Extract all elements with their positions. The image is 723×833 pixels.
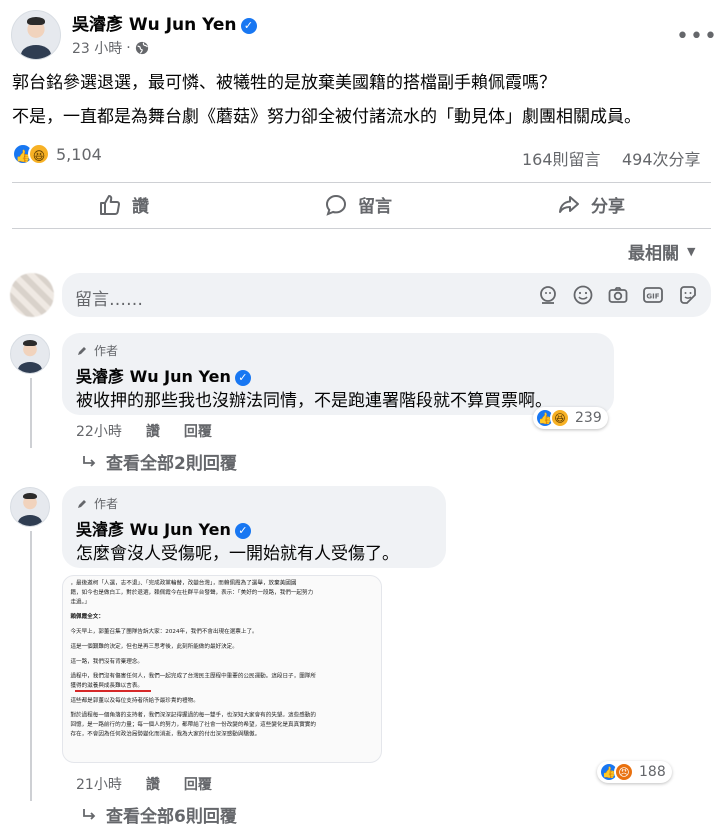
author-tag: 作者: [76, 495, 118, 512]
share-button[interactable]: 分享: [557, 192, 625, 217]
comment-input[interactable]: 留言…… GIF: [62, 273, 711, 317]
verified-badge-icon: ✓: [240, 18, 257, 34]
comment-time[interactable]: 22小時: [76, 421, 122, 441]
globe-icon: [135, 41, 148, 55]
comment-attachment-image[interactable]: ，最後邀柯「人選，志不退」、「完成政黨輪替，改變台灣」，而賴佩霞為了選舉，放棄美…: [62, 575, 382, 763]
emoji-icon[interactable]: [572, 284, 594, 306]
current-user-avatar[interactable]: [10, 273, 54, 317]
thumbs-up-icon: [100, 194, 120, 215]
author-avatar[interactable]: [11, 10, 61, 60]
attachment-text-line: 獲得的滋養與成長難以言表。: [70, 682, 143, 689]
comment-reactions[interactable]: 👍 😆 239: [533, 407, 608, 429]
comment-reply-link[interactable]: 回覆: [184, 774, 212, 794]
attachment-text-line: 回憶，是一路前行的力量；每一個人的努力，都帶給了社會一份改變的希望，這些變化是真…: [70, 721, 316, 728]
author-tag: 作者: [76, 342, 118, 359]
comment-reaction-count: 239: [575, 410, 602, 426]
comment-text: 怎麼會沒人受傷呢，一開始就有人受傷了。: [76, 544, 399, 564]
comment-bubble: 作者 吳濬彥 Wu Jun Yen ✓ 怎麼會沒人受傷呢，一開始就有人受傷了。: [62, 486, 446, 568]
comments-count[interactable]: 164則留言: [522, 146, 601, 170]
attachment-text: ，最後邀柯「人選，志不退」、「完成政黨輪替，改變台灣」，而賴佩霞為了選舉，放棄美…: [63, 576, 381, 738]
underline-annotation: [75, 690, 151, 692]
like-button-label: 讚: [132, 197, 149, 217]
shares-count[interactable]: 494次分享: [622, 146, 701, 170]
view-replies-link[interactable]: 查看全部2則回覆: [82, 449, 237, 474]
comment-button[interactable]: 留言: [324, 192, 392, 217]
avatar-sticker-icon[interactable]: [537, 284, 559, 306]
attachment-text-line: 這是一個艱難的決定，但也是再三思考後，此刻所能做的最好決定。: [70, 643, 238, 650]
verified-badge-icon: ✓: [234, 523, 251, 539]
comment-button-label: 留言: [358, 197, 392, 217]
attachment-text-line: 過程中，我們沒有傷害任何人，我們一起完成了台灣民主歷程中重要的公民運動。這段日子…: [70, 673, 316, 680]
post-author-name[interactable]: 吳濬彥 Wu Jun Yen: [72, 15, 237, 35]
comment-meta: 21小時 讚 回覆: [76, 774, 212, 794]
attachment-text-line: ，最後邀柯「人選，志不退」、「完成政黨輪替，改變台灣」，而賴佩霞為了選舉，放棄美…: [70, 580, 297, 587]
comment-sort-dropdown[interactable]: 最相關 ▼: [628, 239, 695, 264]
svg-text:GIF: GIF: [646, 293, 659, 301]
attachment-text-line: 這一路，我們沒有背棄理念。: [70, 658, 143, 665]
comment-bubble: 作者 吳濬彥 Wu Jun Yen ✓ 被收押的那些我也沒辦法同情，不是跑連署階段…: [62, 333, 614, 415]
attachment-text-line: 對於過程每一個角落的支持者，我們深深記得握過的每一雙手，也深知大家會有的失望。這…: [70, 712, 316, 719]
comment-icon: [325, 194, 347, 216]
comment-like-link[interactable]: 讚: [146, 421, 160, 441]
more-options-icon[interactable]: •••: [676, 24, 718, 49]
post-meta: 23 小時 ·: [72, 38, 149, 58]
attachment-text-line: 走過。」: [70, 598, 90, 606]
post-time[interactable]: 23 小時: [72, 38, 122, 58]
reply-arrow-icon: [83, 455, 96, 467]
post-text-line-2: 不是，一直都是為舞台劇《蘑菇》努力卻全被付諸流水的「動見体」劇團相關成員。: [12, 107, 641, 127]
reaction-summary[interactable]: 👍 😆 5,104: [12, 143, 102, 165]
comment-reply-link[interactable]: 回覆: [184, 421, 212, 441]
attachment-text-line: 這些都是郭董以及每位支持者所給予最珍貴的禮物。: [70, 697, 199, 704]
post-author[interactable]: 吳濬彥 Wu Jun Yen ✓: [72, 10, 257, 35]
comment-text: 被收押的那些我也沒辦法同情，不是跑連署階段就不算買票啊。: [76, 391, 552, 411]
comment-time[interactable]: 21小時: [76, 774, 122, 794]
comment-meta: 22小時 讚 回覆: [76, 421, 212, 441]
comment-reactions[interactable]: 👍 😠 188: [597, 761, 672, 783]
share-icon: [559, 195, 579, 213]
comment-like-link[interactable]: 讚: [146, 774, 160, 794]
post-text-line-1: 郭台銘參選退選，最可憐、被犧牲的是放棄美國籍的搭檔副手賴佩霞嗎？: [12, 73, 556, 93]
sticker-icon[interactable]: [677, 284, 699, 306]
caret-down-icon: ▼: [687, 245, 696, 258]
attachment-text-line: 今天早上，郭董召集了團隊告訴大家：2024年，我們不會出現在選票上了。: [70, 628, 258, 635]
attachment-text-line: 存在，不會因為任何政治局勢變化而消逝，我為大家的付出深深感動與驕傲。: [70, 731, 261, 738]
comment-reaction-count: 188: [639, 764, 666, 780]
pen-icon: [78, 346, 86, 355]
comment-author[interactable]: 吳濬彥 Wu Jun Yen ✓: [76, 516, 251, 540]
divider: [12, 228, 711, 229]
haha-reaction-icon: 😆: [28, 143, 50, 165]
angry-reaction-icon: 😠: [614, 762, 634, 782]
verified-badge-icon: ✓: [234, 370, 251, 386]
share-button-label: 分享: [591, 197, 625, 217]
attachment-text-line: 籍，如今也是做白工，對於退選，賴佩霞今在社群平台發聲，表示：「美好的一段路，我們…: [70, 589, 314, 596]
comment-author[interactable]: 吳濬彥 Wu Jun Yen ✓: [76, 363, 251, 387]
comment-author-avatar[interactable]: [10, 334, 50, 374]
camera-icon[interactable]: [607, 284, 629, 306]
divider: [12, 182, 711, 183]
reply-arrow-icon: [83, 808, 96, 820]
pen-icon: [78, 499, 86, 508]
comment-input-placeholder: 留言……: [75, 290, 143, 310]
sort-label: 最相關: [628, 244, 679, 264]
like-button[interactable]: 讚: [98, 192, 149, 217]
attachment-text-line: 賴佩霞全文：: [70, 613, 104, 621]
gif-icon[interactable]: GIF: [642, 284, 664, 306]
haha-reaction-icon: 😆: [550, 408, 570, 428]
reaction-count: 5,104: [56, 144, 102, 164]
thread-line: [30, 378, 32, 448]
view-replies-link[interactable]: 查看全部6則回覆: [82, 802, 237, 827]
comment-author-avatar[interactable]: [10, 487, 50, 527]
thread-line: [30, 531, 32, 801]
